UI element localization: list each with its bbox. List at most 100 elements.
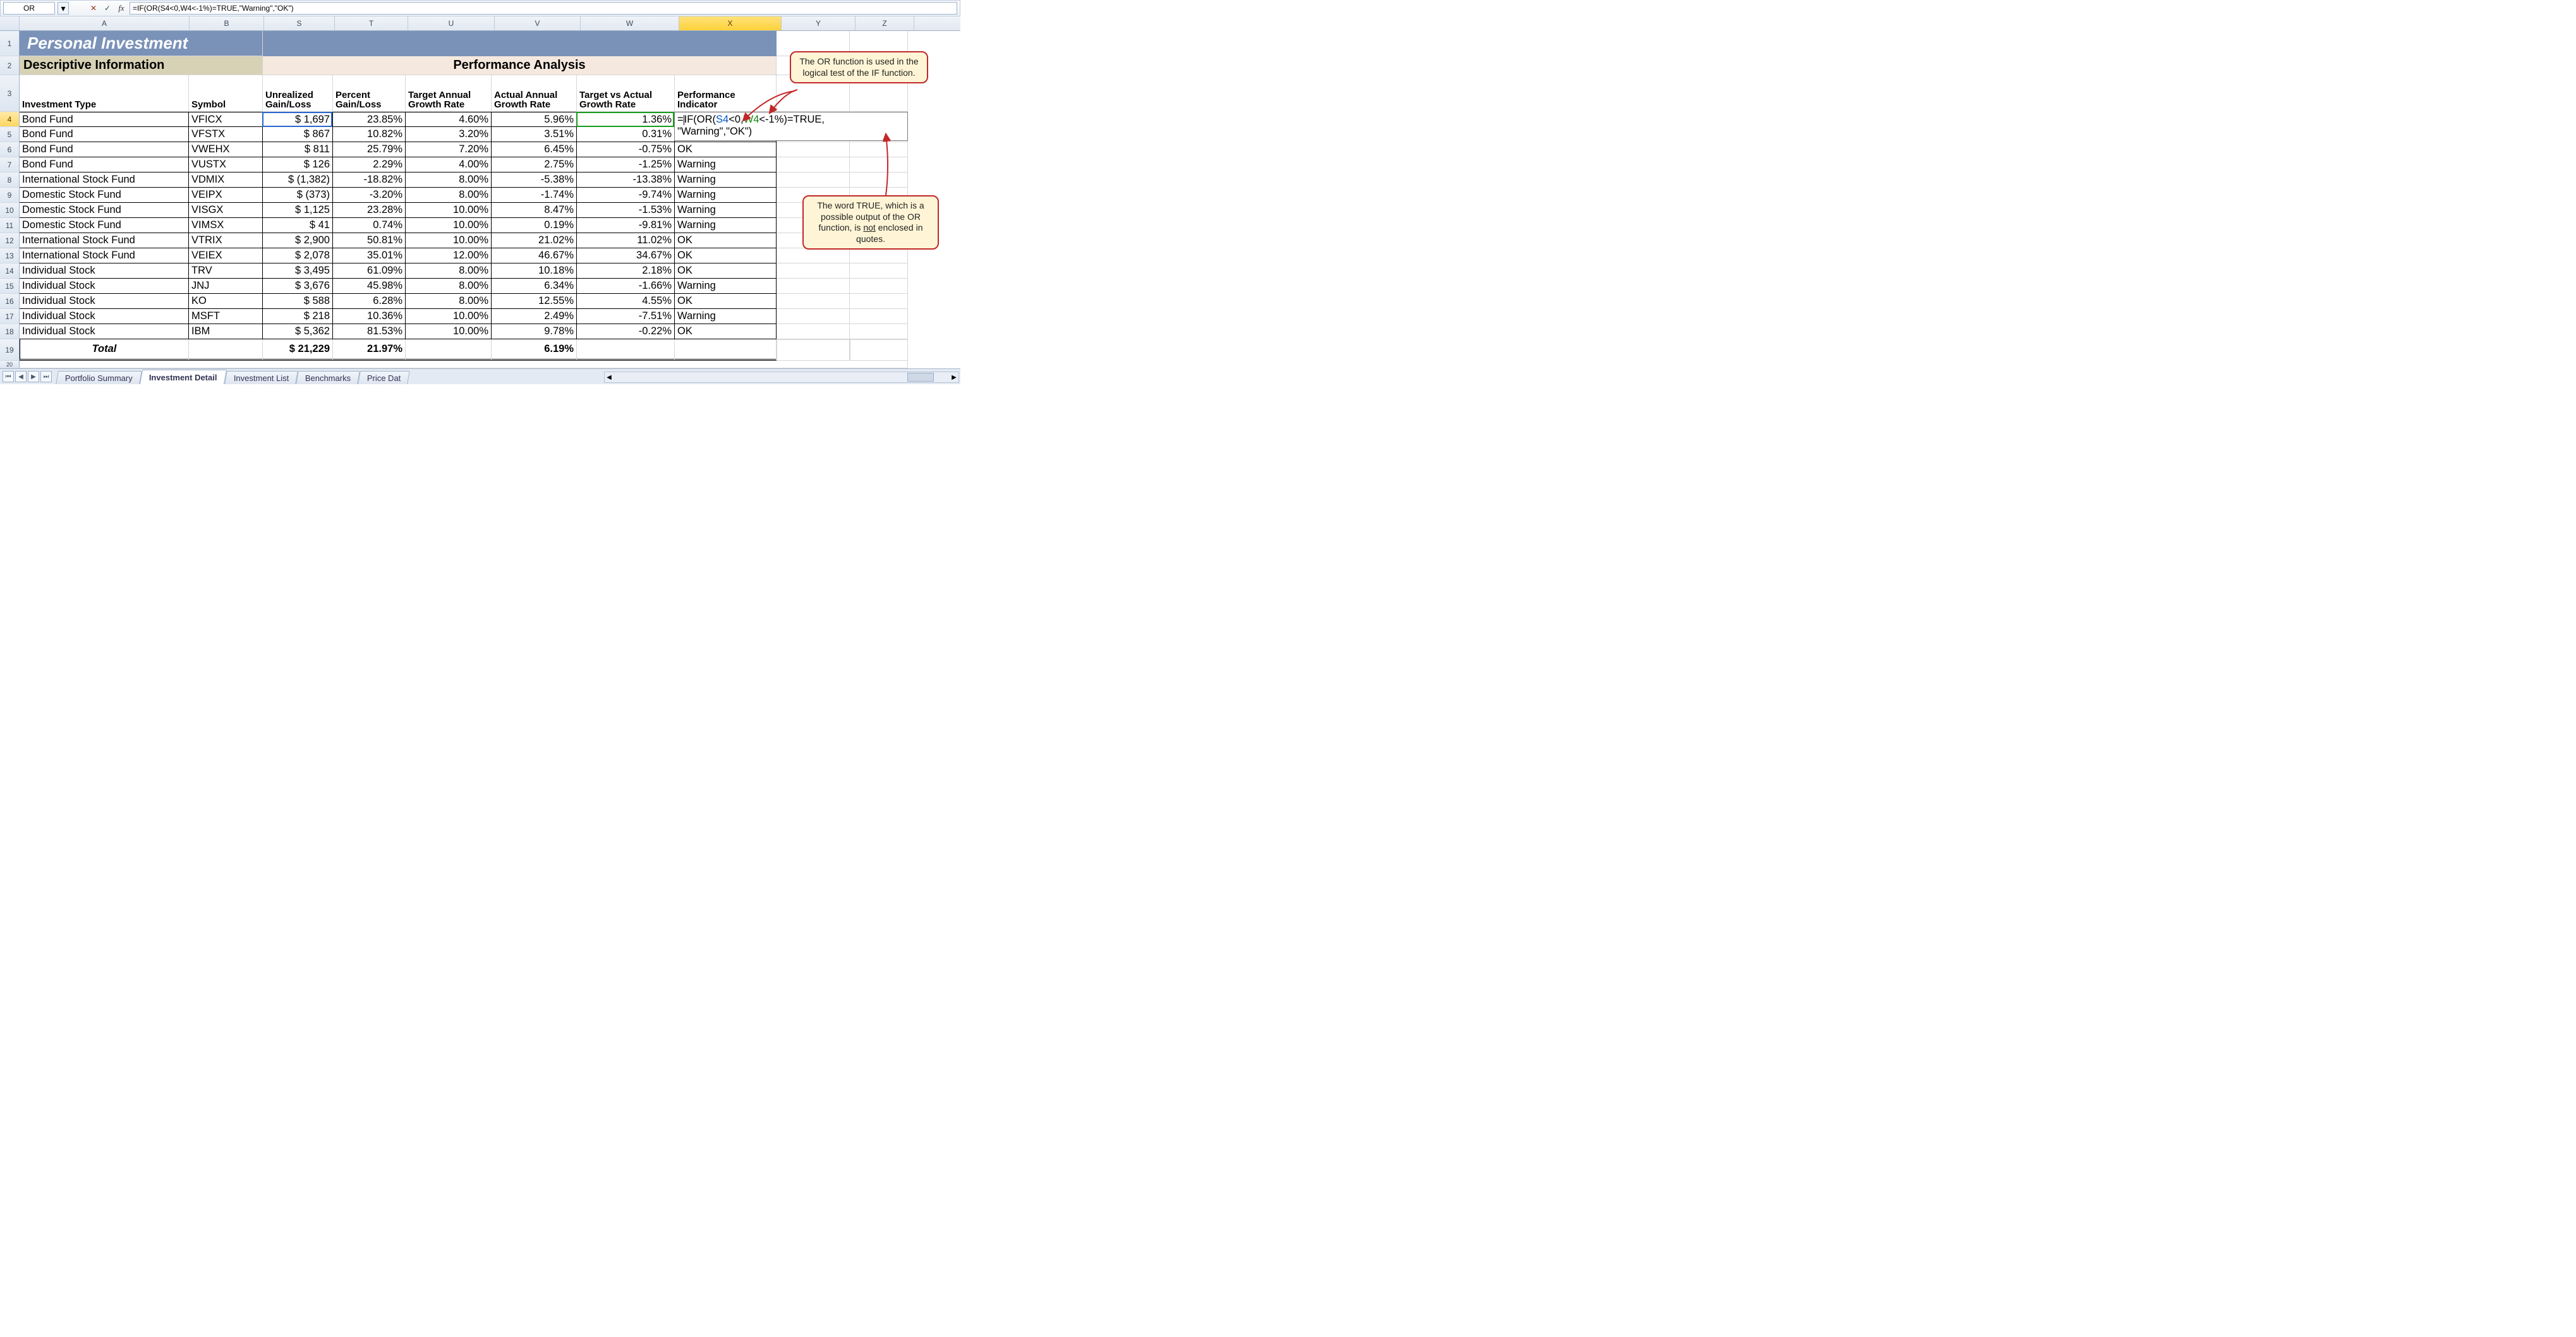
cell-A9[interactable]: Domestic Stock Fund bbox=[20, 188, 189, 203]
cell-V10[interactable]: 8.47% bbox=[492, 203, 577, 218]
cell-W13[interactable]: 34.67% bbox=[577, 248, 675, 263]
cell-T14[interactable]: 61.09% bbox=[333, 263, 406, 279]
rowhdr-19[interactable]: 19 bbox=[0, 339, 20, 361]
cell-T17[interactable]: 10.36% bbox=[333, 309, 406, 324]
cell-U18[interactable]: 10.00% bbox=[406, 324, 492, 339]
cell-W18[interactable]: -0.22% bbox=[577, 324, 675, 339]
rowhdr-20[interactable]: 20 bbox=[0, 361, 20, 368]
cell-U16[interactable]: 8.00% bbox=[406, 294, 492, 309]
cell-V16[interactable]: 12.55% bbox=[492, 294, 577, 309]
colhdr-T[interactable]: T bbox=[335, 16, 408, 30]
cell-A16[interactable]: Individual Stock bbox=[20, 294, 189, 309]
sheet-tab-investment-detail[interactable]: Investment Detail bbox=[140, 370, 227, 384]
cell-A4[interactable]: Bond Fund bbox=[20, 112, 189, 127]
rowhdr-14[interactable]: 14 bbox=[0, 263, 20, 279]
cell-S10[interactable]: $ 1,125 bbox=[263, 203, 333, 218]
cell-Z16[interactable] bbox=[850, 294, 908, 309]
colhdr-U[interactable]: U bbox=[408, 16, 495, 30]
cell-Y14[interactable] bbox=[777, 263, 850, 279]
cell-Y6[interactable] bbox=[777, 142, 850, 157]
insert-function-button[interactable]: fx bbox=[116, 3, 127, 14]
cell-S16[interactable]: $ 588 bbox=[263, 294, 333, 309]
cell-W17[interactable]: -7.51% bbox=[577, 309, 675, 324]
cell-S7[interactable]: $ 126 bbox=[263, 157, 333, 172]
cell-X8[interactable]: Warning bbox=[675, 172, 777, 188]
cell-U10[interactable]: 10.00% bbox=[406, 203, 492, 218]
cell-Z15[interactable] bbox=[850, 279, 908, 294]
name-box[interactable]: OR bbox=[3, 2, 55, 15]
cell-W4[interactable]: 1.36% bbox=[577, 112, 675, 127]
rowhdr-7[interactable]: 7 bbox=[0, 157, 20, 172]
cell-Y13[interactable] bbox=[777, 248, 850, 263]
cell-T6[interactable]: 25.79% bbox=[333, 142, 406, 157]
cell-A14[interactable]: Individual Stock bbox=[20, 263, 189, 279]
cell-U4[interactable]: 4.60% bbox=[406, 112, 492, 127]
rowhdr-5[interactable]: 5 bbox=[0, 127, 20, 142]
cell-S18[interactable]: $ 5,362 bbox=[263, 324, 333, 339]
cell-B4[interactable]: VFICX bbox=[189, 112, 263, 127]
scroll-right-icon[interactable]: ▶ bbox=[950, 373, 958, 382]
cell-U15[interactable]: 8.00% bbox=[406, 279, 492, 294]
cell-W16[interactable]: 4.55% bbox=[577, 294, 675, 309]
cell-T18[interactable]: 81.53% bbox=[333, 324, 406, 339]
cell-S13[interactable]: $ 2,078 bbox=[263, 248, 333, 263]
cell-V4[interactable]: 5.96% bbox=[492, 112, 577, 127]
tab-nav-last[interactable]: ⏭ bbox=[40, 371, 52, 382]
cell-V14[interactable]: 10.18% bbox=[492, 263, 577, 279]
rowhdr-8[interactable]: 8 bbox=[0, 172, 20, 188]
cell-W12[interactable]: 11.02% bbox=[577, 233, 675, 248]
cell-X13[interactable]: OK bbox=[675, 248, 777, 263]
cell-S5[interactable]: $ 867 bbox=[263, 127, 333, 142]
colhdr-X[interactable]: X bbox=[679, 16, 782, 30]
cell-B11[interactable]: VIMSX bbox=[189, 218, 263, 233]
cell-X17[interactable]: Warning bbox=[675, 309, 777, 324]
cell-V5[interactable]: 3.51% bbox=[492, 127, 577, 142]
cell-V11[interactable]: 0.19% bbox=[492, 218, 577, 233]
cell-V6[interactable]: 6.45% bbox=[492, 142, 577, 157]
sheet-tab-portfolio-summary[interactable]: Portfolio Summary bbox=[56, 371, 142, 384]
cell-U13[interactable]: 12.00% bbox=[406, 248, 492, 263]
cell-A17[interactable]: Individual Stock bbox=[20, 309, 189, 324]
cell-Z18[interactable] bbox=[850, 324, 908, 339]
cell-Z17[interactable] bbox=[850, 309, 908, 324]
cell-T9[interactable]: -3.20% bbox=[333, 188, 406, 203]
cell-Y18[interactable] bbox=[777, 324, 850, 339]
spreadsheet-grid[interactable]: 1 Personal Investment 2 Descriptive Info… bbox=[0, 31, 960, 368]
cell-V18[interactable]: 9.78% bbox=[492, 324, 577, 339]
cell-W10[interactable]: -1.53% bbox=[577, 203, 675, 218]
cell-A18[interactable]: Individual Stock bbox=[20, 324, 189, 339]
cell-U12[interactable]: 10.00% bbox=[406, 233, 492, 248]
rowhdr-17[interactable]: 17 bbox=[0, 309, 20, 324]
cell-W8[interactable]: -13.38% bbox=[577, 172, 675, 188]
cell-T10[interactable]: 23.28% bbox=[333, 203, 406, 218]
cell-X10[interactable]: Warning bbox=[675, 203, 777, 218]
cell-X9[interactable]: Warning bbox=[675, 188, 777, 203]
cell-T5[interactable]: 10.82% bbox=[333, 127, 406, 142]
cell-X15[interactable]: Warning bbox=[675, 279, 777, 294]
cell-Y17[interactable] bbox=[777, 309, 850, 324]
tab-nav-prev[interactable]: ◀ bbox=[15, 371, 27, 382]
cell-V8[interactable]: -5.38% bbox=[492, 172, 577, 188]
cell-W6[interactable]: -0.75% bbox=[577, 142, 675, 157]
cell-B5[interactable]: VFSTX bbox=[189, 127, 263, 142]
cancel-button[interactable]: ✕ bbox=[88, 3, 99, 14]
sheet-tab-investment-list[interactable]: Investment List bbox=[224, 371, 298, 384]
tab-nav-first[interactable]: ⏮ bbox=[3, 371, 14, 382]
cell-Y16[interactable] bbox=[777, 294, 850, 309]
rowhdr-11[interactable]: 11 bbox=[0, 218, 20, 233]
colhdr-A[interactable]: A bbox=[20, 16, 190, 30]
cell-S9[interactable]: $ (373) bbox=[263, 188, 333, 203]
cell-B19[interactable] bbox=[189, 339, 263, 361]
cell-X16[interactable]: OK bbox=[675, 294, 777, 309]
cell-U14[interactable]: 8.00% bbox=[406, 263, 492, 279]
formula-input[interactable]: =IF(OR(S4<0,W4<-1%)=TRUE,"Warning","OK") bbox=[130, 2, 957, 15]
cell-S6[interactable]: $ 811 bbox=[263, 142, 333, 157]
cell-V13[interactable]: 46.67% bbox=[492, 248, 577, 263]
cell-A10[interactable]: Domestic Stock Fund bbox=[20, 203, 189, 218]
cell-T11[interactable]: 0.74% bbox=[333, 218, 406, 233]
cell-V7[interactable]: 2.75% bbox=[492, 157, 577, 172]
rowhdr-4[interactable]: 4 bbox=[0, 112, 20, 127]
cell-S11[interactable]: $ 41 bbox=[263, 218, 333, 233]
cell-Y7[interactable] bbox=[777, 157, 850, 172]
cell-W7[interactable]: -1.25% bbox=[577, 157, 675, 172]
